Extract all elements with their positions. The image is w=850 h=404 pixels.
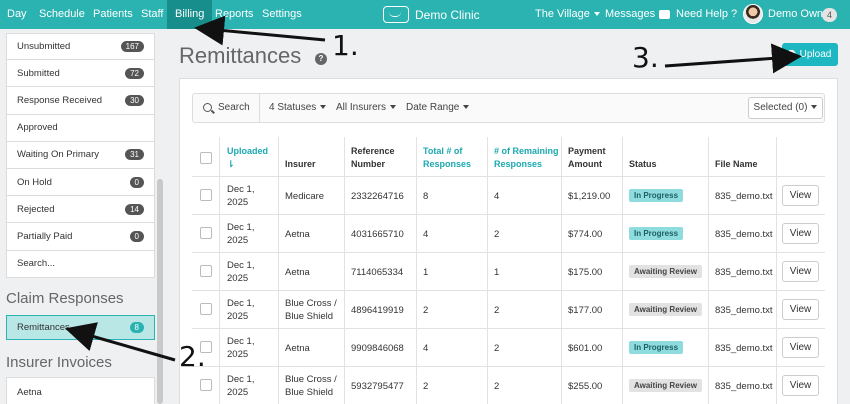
arrow-1 bbox=[194, 15, 326, 46]
annotation-arrows bbox=[64, 15, 802, 362]
annotation-3: 3. bbox=[632, 41, 659, 74]
arrow-2 bbox=[64, 322, 176, 362]
arrow-3 bbox=[664, 43, 802, 74]
annotation-1: 1. bbox=[332, 29, 359, 62]
annotation-2: 2. bbox=[179, 340, 206, 373]
